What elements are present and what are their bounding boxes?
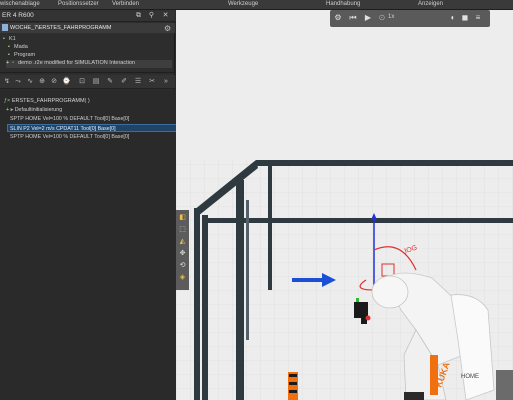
touchup-icon[interactable]: ⊕ <box>38 78 46 86</box>
gripper-marker <box>365 315 371 321</box>
menu-positioner[interactable]: Positionssetzer <box>58 1 99 7</box>
float-icon[interactable]: ⧉ <box>134 11 143 20</box>
program-line-3-selected[interactable]: SLIN P2 Vel=2 m/s CPDAT11 Tool[0] Base[0… <box>7 124 177 132</box>
menu-connect[interactable]: Verbinden <box>112 1 139 7</box>
snap-icon[interactable]: ◈ <box>178 273 187 282</box>
speed-value: 1x <box>388 14 395 20</box>
part-stack-band <box>289 382 297 385</box>
robot-wrist <box>371 275 409 309</box>
frame-rail <box>246 200 249 340</box>
side-object <box>496 370 513 400</box>
spline-icon[interactable]: ∿ <box>26 78 34 86</box>
station-icon <box>2 24 8 31</box>
io-icon[interactable]: ⊡ <box>78 78 86 86</box>
cut-icon[interactable]: ✂ <box>148 78 156 86</box>
program-line-1[interactable]: + ▸ Defaultinitialisierung <box>4 106 174 114</box>
fold-icon: ▸ <box>10 107 14 113</box>
fold-icon[interactable]: ▤ <box>92 78 100 86</box>
program-line-4[interactable]: SPTP HOME Vel=100 % DEFAULT Tool[0] Base… <box>8 133 178 141</box>
rotate-icon[interactable]: ⟲ <box>178 261 187 270</box>
menu-tools[interactable]: Werkzeuge <box>228 1 258 7</box>
program-editor[interactable]: ƒ× ERSTES_FAHRPROGRAMM( ) + ▸ Defaultini… <box>0 90 178 400</box>
menu-icon[interactable]: ≡ <box>473 13 483 23</box>
speed-icon[interactable]: ⊙ <box>377 13 387 23</box>
move-icon[interactable]: ✥ <box>178 249 187 258</box>
select-icon[interactable]: ⬚ <box>178 225 187 234</box>
frame-beam-top <box>256 160 513 166</box>
frame-beam-front <box>204 218 513 223</box>
frame-post-left-2 <box>236 180 244 400</box>
scene-svg: JOG KUKA HOME <box>176 10 513 400</box>
arrow-shaft <box>292 278 324 282</box>
play-icon[interactable]: ▶ <box>363 13 373 23</box>
3d-viewport[interactable]: JOG KUKA HOME <box>176 10 513 400</box>
visibility-icon[interactable]: ◐ <box>448 13 458 23</box>
tree-item-demo[interactable]: + ▫ demo .r2e modified for SIMULATION Inte… <box>6 60 172 68</box>
gripper-sensor <box>356 298 359 302</box>
panel-header: ER 4 R600 ⧉ ⚲ ✕ <box>0 10 175 22</box>
divider <box>0 72 175 73</box>
gear-icon[interactable]: ⚙ <box>164 24 171 33</box>
station-name: WOCHE_7\ERSTES_FAHRPROGRAMM <box>10 25 112 31</box>
settings-icon[interactable]: ⚙ <box>333 13 343 23</box>
path-icon[interactable]: ⤳ <box>14 78 22 86</box>
palette-icon[interactable]: ◼ <box>460 13 470 23</box>
list-icon[interactable]: ☰ <box>134 78 142 86</box>
part-stack-band <box>289 374 297 377</box>
logic-icon[interactable]: ⊘ <box>50 78 58 86</box>
part-stack <box>288 372 298 400</box>
program-icon: ƒ× <box>4 98 11 104</box>
robot-cable <box>404 392 424 400</box>
home-label: HOME <box>461 374 479 380</box>
wait-icon[interactable]: ⌚ <box>62 78 71 86</box>
program-line-2[interactable]: SPTP HOME Vel=100 % DEFAULT Tool[0] Base… <box>8 115 178 123</box>
frame-post-near <box>194 208 200 400</box>
menu-handling[interactable]: Handhabung <box>326 1 360 7</box>
more-icon[interactable]: » <box>162 78 170 86</box>
comment-icon[interactable]: ✎ <box>106 78 114 86</box>
edit-icon[interactable]: ✐ <box>120 78 128 86</box>
gripper <box>354 302 368 318</box>
pin-icon[interactable]: ⚲ <box>147 11 156 20</box>
part-stack-band <box>289 390 297 393</box>
menu-view[interactable]: Anzeigen <box>418 1 443 7</box>
view-cube-icon[interactable]: ◧ <box>178 213 187 222</box>
menu-clipboard[interactable]: wischenablage <box>0 1 40 7</box>
program-title: ƒ× ERSTES_FAHRPROGRAMM( ) <box>4 98 90 104</box>
frame-post-back <box>268 166 272 290</box>
top-menu-bar: wischenablage Positionssetzer Verbinden … <box>0 0 513 10</box>
controller-panel: ER 4 R600 ⧉ ⚲ ✕ WOCHE_7\ERSTES_FAHRPROGR… <box>0 10 178 400</box>
tree-item-program[interactable]: ▪ Program <box>8 52 35 60</box>
expand-icon[interactable]: + <box>6 107 9 113</box>
motion-icon[interactable]: ↯ <box>3 78 11 86</box>
editor-toolbar: ↯ ⤳ ∿ ⊕ ⊘ ⌚ ⊡ ▤ ✎ ✐ ☰ ✂ » <box>0 75 175 89</box>
station-row[interactable]: WOCHE_7\ERSTES_FAHRPROGRAMM ⚙ <box>0 23 175 33</box>
tree-item-mada[interactable]: ▪ Mada <box>8 44 28 52</box>
tree-item-k1[interactable]: ▪ K1 <box>3 36 16 44</box>
panel-title: ER 4 R600 <box>2 12 34 19</box>
measure-icon[interactable]: ◭ <box>178 237 187 246</box>
viewport-toolbar: ⚙ ⏮ ▶ ⊙ 1x ◐ ◼ ≡ <box>330 10 490 27</box>
rewind-icon[interactable]: ⏮ <box>348 13 358 23</box>
close-icon[interactable]: ✕ <box>161 11 170 20</box>
frame-post-left <box>202 215 208 400</box>
viewport-side-tools: ◧ ⬚ ◭ ✥ ⟲ ◈ <box>176 210 189 290</box>
